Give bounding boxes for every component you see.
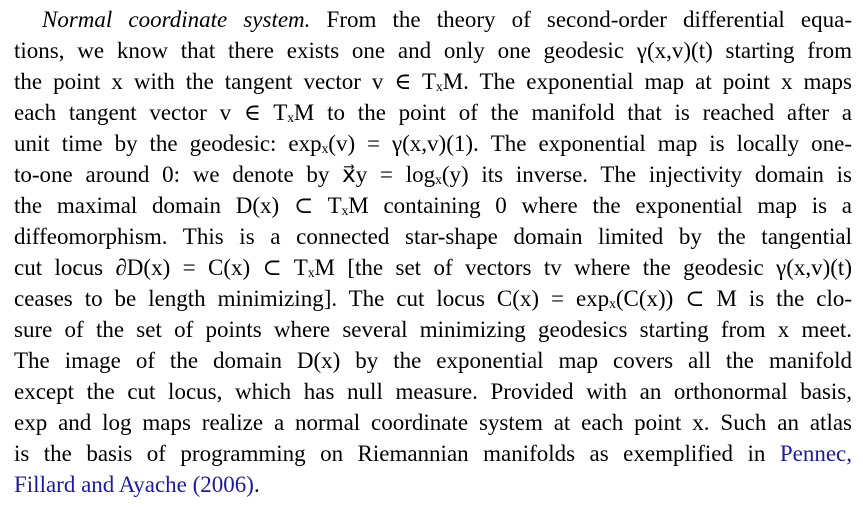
text-line: Normal coordinate system. From the theor…	[14, 4, 852, 35]
text-line: to-one around 0: we denote by x⃗y = logₓ…	[14, 162, 852, 187]
text-line: except the cut locus, which has null mea…	[14, 379, 852, 404]
text-line: diffeomorphism. This is a connected star…	[14, 224, 852, 249]
text-line: unit time by the geodesic: expₓ(v) = γ(x…	[14, 131, 852, 156]
text-line: the point x with the tangent vector v ∈ …	[14, 69, 852, 94]
line-text: From the theory of second-order differen…	[326, 7, 853, 32]
text-line: each tangent vector v ∈ TₓM to the point…	[14, 100, 852, 125]
text-line: sure of the set of points where several …	[14, 317, 852, 342]
closing-period: .	[253, 472, 260, 497]
text-line: tions, we know that there exists one and…	[14, 38, 852, 63]
text-line: ceases to be length minimizing]. The cut…	[14, 286, 852, 311]
text-line: the maximal domain D(x) ⊂ TₓM containing…	[14, 193, 852, 218]
body-paragraph: Normal coordinate system. From the theor…	[14, 4, 852, 500]
text-line: The image of the domain D(x) by the expo…	[14, 348, 852, 373]
citation-link[interactable]: Pennec,	[780, 441, 852, 466]
citation-link[interactable]: Fillard and Ayache (2006)	[14, 472, 254, 497]
text-line: is the basis of programming on Riemannia…	[14, 438, 852, 469]
run-in-heading: Normal coordinate system.	[42, 7, 311, 32]
text-line: exp and log maps realize a normal coordi…	[14, 410, 852, 435]
text-line: cut locus ∂D(x) = C(x) ⊂ TₓM [the set of…	[14, 255, 852, 280]
line-text: is the basis of programming on Riemannia…	[14, 441, 766, 466]
text-line: Fillard and Ayache (2006).	[14, 469, 852, 500]
